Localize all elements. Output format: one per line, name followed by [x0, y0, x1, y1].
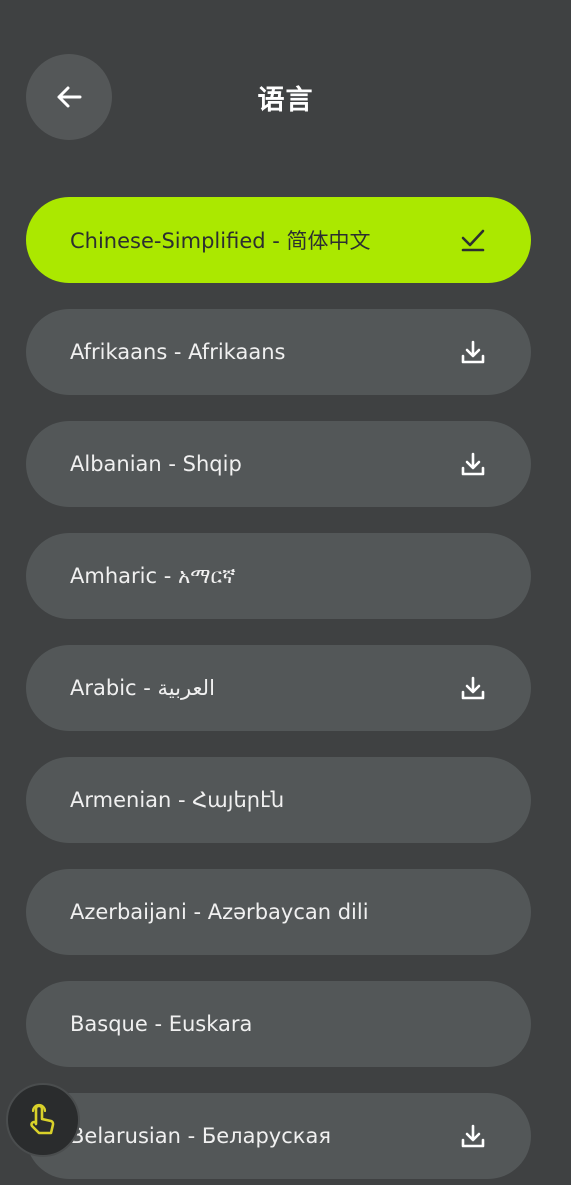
download-icon[interactable]	[459, 1122, 487, 1150]
language-label: Chinese-Simplified - 简体中文	[70, 229, 371, 253]
language-label: Belarusian - Беларуская	[70, 1124, 331, 1148]
language-item-belarusian[interactable]: Belarusian - Беларуская	[26, 1093, 531, 1179]
page-title: 语言	[257, 85, 314, 116]
download-icon[interactable]	[459, 450, 487, 478]
language-item-armenian[interactable]: Armenian - Հայերէն	[26, 757, 531, 843]
check-icon	[459, 226, 487, 254]
language-item-albanian[interactable]: Albanian - Shqip	[26, 421, 531, 507]
language-item-afrikaans[interactable]: Afrikaans - Afrikaans	[26, 309, 531, 395]
tap-hand-icon	[30, 1103, 55, 1135]
language-label: Albanian - Shqip	[70, 452, 242, 476]
language-label: Basque - Euskara	[70, 1012, 253, 1036]
download-icon[interactable]	[459, 674, 487, 702]
language-item-basque[interactable]: Basque - Euskara	[26, 981, 531, 1067]
download-icon[interactable]	[459, 338, 487, 366]
language-item-chinese-simplified[interactable]: Chinese-Simplified - 简体中文	[26, 197, 531, 283]
language-item-amharic[interactable]: Amharic - አማርኛ	[26, 533, 531, 619]
language-label: Armenian - Հայերէն	[70, 788, 285, 812]
language-label: Azerbaijani - Azərbaycan dili	[70, 900, 369, 924]
floating-assist-button[interactable]	[6, 1083, 80, 1157]
language-item-arabic[interactable]: Arabic - العربية	[26, 645, 531, 731]
language-item-azerbaijani[interactable]: Azerbaijani - Azərbaycan dili	[26, 869, 531, 955]
language-label: Arabic - العربية	[70, 676, 215, 700]
language-label: Amharic - አማርኛ	[70, 563, 236, 588]
language-label: Afrikaans - Afrikaans	[70, 340, 286, 364]
